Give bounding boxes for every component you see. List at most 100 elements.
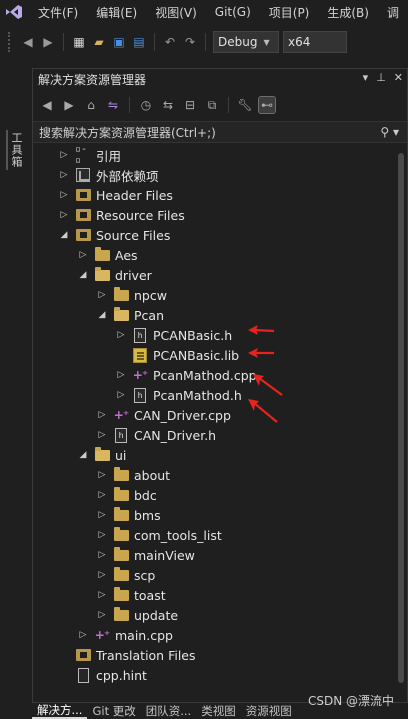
panel-title-bar[interactable]: 解决方案资源管理器 ▾ ⊥ ✕ <box>33 69 407 89</box>
tree-item[interactable]: ▷ +⁺ PcanMathod.cpp <box>33 365 407 385</box>
tree-item[interactable]: ▷ h PcanMathod.h <box>33 385 407 405</box>
tree-item-label: PCANBasic.lib <box>153 347 240 363</box>
collapsed-chevron-icon[interactable]: ▷ <box>116 385 126 405</box>
menu-edit[interactable]: 编辑(E) <box>87 4 146 21</box>
close-icon[interactable]: ✕ <box>394 71 403 84</box>
collapsed-chevron-icon[interactable]: ▷ <box>97 485 107 505</box>
search-input[interactable]: 搜索解决方案资源管理器(Ctrl+;) <box>39 124 216 141</box>
tree-item[interactable]: ◢ driver <box>33 265 407 285</box>
save-icon[interactable]: ▣ <box>111 34 127 50</box>
tree-item[interactable]: ▷ update <box>33 605 407 625</box>
undo-icon[interactable]: ↶ <box>162 34 178 50</box>
tree-item[interactable]: ▷ bdc <box>33 485 407 505</box>
tree-item[interactable]: ▷ h PCANBasic.h <box>33 325 407 345</box>
tree-item[interactable]: ▷ npcw <box>33 285 407 305</box>
collapsed-chevron-icon[interactable]: ▷ <box>97 605 107 625</box>
switch-views-icon[interactable]: ⇋ <box>105 97 121 113</box>
sync-icon[interactable]: ⇆ <box>160 97 176 113</box>
visual-studio-logo-icon[interactable] <box>0 0 29 24</box>
properties-wrench-icon[interactable]: 🔧︎ <box>237 97 253 113</box>
collapsed-chevron-icon[interactable]: ▷ <box>59 165 69 185</box>
tree-item[interactable]: ▷ +⁺ main.cpp <box>33 625 407 645</box>
toolbar-separator <box>205 33 206 51</box>
collapsed-chevron-icon[interactable]: ▷ <box>97 565 107 585</box>
back-icon[interactable]: ◀ <box>39 97 55 113</box>
back-icon[interactable]: ◀ <box>20 34 36 50</box>
tree-item[interactable]: ▷ 外部依赖项 <box>33 165 407 185</box>
tree-item[interactable]: ▷ mainView <box>33 545 407 565</box>
collapsed-chevron-icon[interactable]: ▷ <box>59 185 69 205</box>
menu-view[interactable]: 视图(V) <box>146 4 206 21</box>
tree-item[interactable]: cpp.hint <box>33 665 407 685</box>
collapsed-chevron-icon[interactable]: ▷ <box>78 625 88 645</box>
tree-item[interactable]: ▷ about <box>33 465 407 485</box>
collapsed-chevron-icon[interactable]: ▷ <box>97 425 107 445</box>
collapsed-chevron-icon[interactable]: ▷ <box>78 245 88 265</box>
tree-item[interactable]: Translation Files <box>33 645 407 665</box>
show-all-files-icon[interactable]: ⧉ <box>204 97 220 113</box>
tree-item[interactable]: ◢ ui <box>33 445 407 465</box>
collapsed-chevron-icon[interactable]: ▷ <box>97 525 107 545</box>
tree-item[interactable]: ▷ toast <box>33 585 407 605</box>
forward-icon[interactable]: ▶ <box>61 97 77 113</box>
main-toolbar: ◀ ▶ ▦ ▰ ▣ ▤ ↶ ↷ Debug ▼ x64 <box>0 26 408 58</box>
collapsed-chevron-icon[interactable]: ▷ <box>116 325 126 345</box>
new-project-icon[interactable]: ▦ <box>71 34 87 50</box>
redo-icon[interactable]: ↷ <box>182 34 198 50</box>
tree-item[interactable]: ◢ Source Files <box>33 225 407 245</box>
tree-item[interactable]: ▷ Resource Files <box>33 205 407 225</box>
tab-class-view[interactable]: 类视图 <box>196 703 241 719</box>
expanded-chevron-icon[interactable]: ◢ <box>78 265 88 285</box>
tab-team-explorer[interactable]: 团队资... <box>141 703 196 719</box>
tree-item[interactable]: ▷ com_tools_list <box>33 525 407 545</box>
collapsed-chevron-icon[interactable]: ▷ <box>97 465 107 485</box>
annotation-arrow-icon <box>253 374 283 396</box>
search-icon[interactable]: ⚲ ▾ <box>380 125 399 139</box>
tree-item[interactable]: ▷ scp <box>33 565 407 585</box>
search-bar[interactable]: 搜索解决方案资源管理器(Ctrl+;) ⚲ ▾ <box>33 121 407 143</box>
tree-item[interactable]: ▷ ▫-▫ 引用 <box>33 144 407 166</box>
collapse-all-icon[interactable]: ⊟ <box>182 97 198 113</box>
menu-file[interactable]: 文件(F) <box>29 4 87 21</box>
menu-debug[interactable]: 调 <box>378 4 408 21</box>
collapsed-chevron-icon[interactable]: ▷ <box>97 285 107 305</box>
solution-platform-select[interactable]: x64 <box>283 31 347 53</box>
forward-icon[interactable]: ▶ <box>40 34 56 50</box>
open-folder-icon[interactable]: ▰ <box>91 34 107 50</box>
pin-icon[interactable]: ⊥ <box>376 71 386 84</box>
collapsed-chevron-icon[interactable]: ▷ <box>97 405 107 425</box>
dropdown-icon[interactable]: ▾ <box>363 71 369 84</box>
collapsed-chevron-icon[interactable]: ▷ <box>59 145 69 165</box>
tab-git-changes[interactable]: Git 更改 <box>87 703 140 719</box>
toolbar-grip[interactable] <box>8 32 12 52</box>
tree-item[interactable]: ▷ +⁺ CAN_Driver.cpp <box>33 405 407 425</box>
expanded-chevron-icon[interactable]: ◢ <box>59 225 69 245</box>
menu-git[interactable]: Git(G) <box>206 5 260 19</box>
tree-item[interactable]: ◢ Pcan <box>33 305 407 325</box>
solution-configuration-select[interactable]: Debug ▼ <box>213 31 279 53</box>
scrollbar-thumb[interactable] <box>398 153 404 683</box>
menu-build[interactable]: 生成(B) <box>318 4 378 21</box>
collapsed-chevron-icon[interactable]: ▷ <box>116 365 126 385</box>
menu-project[interactable]: 项目(P) <box>260 4 319 21</box>
save-all-icon[interactable]: ▤ <box>131 34 147 50</box>
preview-selected-items-icon[interactable]: ⊷ <box>258 96 276 114</box>
tab-solution-explorer[interactable]: 解决方... <box>32 703 88 719</box>
tree-item[interactable]: PCANBasic.lib <box>33 345 407 365</box>
toolbox-tab[interactable]: 工具箱 <box>6 130 24 170</box>
expanded-chevron-icon[interactable]: ◢ <box>97 305 107 325</box>
tree-item-label: Pcan <box>134 307 164 323</box>
collapsed-chevron-icon[interactable]: ▷ <box>97 585 107 605</box>
tab-resource-view[interactable]: 资源视图 <box>241 703 297 719</box>
tree-item[interactable]: ▷ Header Files <box>33 185 407 205</box>
vertical-scrollbar[interactable] <box>396 145 406 695</box>
pending-changes-filter-icon[interactable]: ◷ <box>138 97 154 113</box>
collapsed-chevron-icon[interactable]: ▷ <box>59 205 69 225</box>
tree-item[interactable]: ▷ bms <box>33 505 407 525</box>
collapsed-chevron-icon[interactable]: ▷ <box>97 505 107 525</box>
expanded-chevron-icon[interactable]: ◢ <box>78 445 88 465</box>
tree-item[interactable]: ▷ h CAN_Driver.h <box>33 425 407 445</box>
collapsed-chevron-icon[interactable]: ▷ <box>97 545 107 565</box>
home-icon[interactable]: ⌂ <box>83 97 99 113</box>
tree-item[interactable]: ▷ Aes <box>33 245 407 265</box>
